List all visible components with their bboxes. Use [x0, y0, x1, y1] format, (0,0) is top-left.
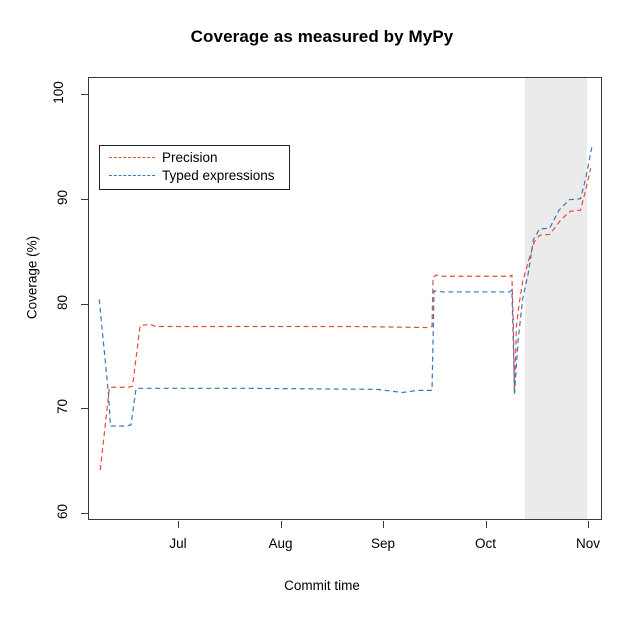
x-tick-mark — [178, 521, 179, 528]
x-tick-mark — [280, 521, 282, 528]
y-tick-label-text: 80 — [54, 294, 70, 310]
legend-item-typed-expressions: Typed expressions — [100, 167, 289, 185]
series-line-precision — [100, 168, 591, 470]
legend-label-typed-expressions: Typed expressions — [162, 168, 275, 183]
y-tick-mark — [81, 198, 88, 200]
x-tick-mark — [588, 521, 589, 528]
x-tick-label: Aug — [268, 536, 293, 551]
y-axis-title: Coverage (%) — [24, 235, 40, 320]
chart-title: Coverage as measured by MyPy — [190, 27, 454, 46]
x-tick-label: Sep — [370, 536, 396, 551]
y-tick-label: 60 — [0, 504, 70, 519]
y-tick-label: 70 — [0, 399, 70, 414]
y-tick-mark — [81, 408, 88, 410]
y-tick-label-text: 60 — [54, 503, 70, 520]
legend-swatch-typed-expressions — [109, 175, 155, 176]
x-tick-label: Nov — [575, 536, 600, 551]
y-tick-label-text: 70 — [54, 399, 70, 415]
chart-container: Coverage as measured by MyPy 60 70 80 90 100… — [0, 0, 644, 620]
y-tick-mark — [81, 303, 88, 305]
y-tick-label-text: 100 — [51, 81, 67, 104]
legend-label-precision: Precision — [162, 150, 218, 165]
x-tick-label: Jul — [169, 536, 187, 551]
y-tick-mark — [81, 94, 88, 95]
legend-item-precision: Precision — [100, 149, 289, 167]
x-tick-label: Oct — [474, 536, 496, 551]
legend: Precision Typed expressions — [99, 145, 290, 190]
y-tick-label: 90 — [0, 190, 70, 205]
x-tick-mark — [485, 521, 487, 528]
legend-swatch-precision — [109, 157, 155, 158]
y-tick-label-text: 90 — [54, 189, 70, 205]
plot-area — [88, 77, 602, 520]
y-tick-label: 100 — [0, 81, 70, 104]
x-tick-mark — [383, 521, 384, 528]
y-tick-mark — [81, 513, 88, 514]
x-axis-title: Commit time — [284, 578, 360, 593]
